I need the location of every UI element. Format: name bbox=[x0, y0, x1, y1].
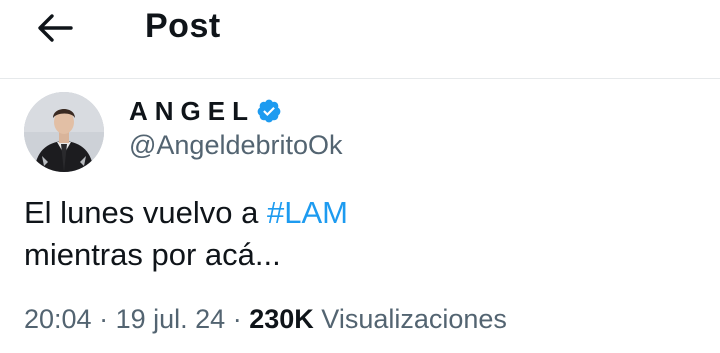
views-count[interactable]: 230K bbox=[249, 304, 314, 334]
avatar[interactable] bbox=[24, 92, 104, 172]
hashtag-link[interactable]: #LAM bbox=[267, 195, 348, 230]
post-date[interactable]: 19 jul. 24 bbox=[116, 304, 226, 334]
arrow-left-icon bbox=[38, 14, 73, 42]
top-bar: Post bbox=[0, 0, 720, 79]
post-text: El lunes vuelvo a #LAM mientras por acá.… bbox=[24, 192, 348, 276]
author-name-row: ANGEL bbox=[129, 94, 282, 128]
post-page: Post ANGEL @AngeldebritoOk El lunes vuel… bbox=[0, 0, 720, 353]
back-button[interactable] bbox=[30, 6, 80, 50]
post-meta: 20:04 · 19 jul. 24 · 230K Visualizacione… bbox=[24, 301, 507, 337]
post-text-prefix: El lunes vuelvo a bbox=[24, 195, 267, 230]
profile-photo bbox=[24, 92, 104, 172]
views-label: Visualizaciones bbox=[321, 304, 507, 334]
author-display-name[interactable]: ANGEL bbox=[129, 96, 255, 126]
post-text-line-2: mientras por acá... bbox=[24, 237, 281, 272]
page-title: Post bbox=[145, 7, 221, 45]
post-time[interactable]: 20:04 bbox=[24, 304, 92, 334]
meta-separator: · bbox=[232, 304, 242, 334]
author-handle[interactable]: @AngeldebritoOk bbox=[129, 128, 343, 162]
post-text-line-1: El lunes vuelvo a #LAM bbox=[24, 192, 348, 234]
verified-badge-icon bbox=[257, 99, 281, 123]
meta-separator: · bbox=[99, 304, 109, 334]
